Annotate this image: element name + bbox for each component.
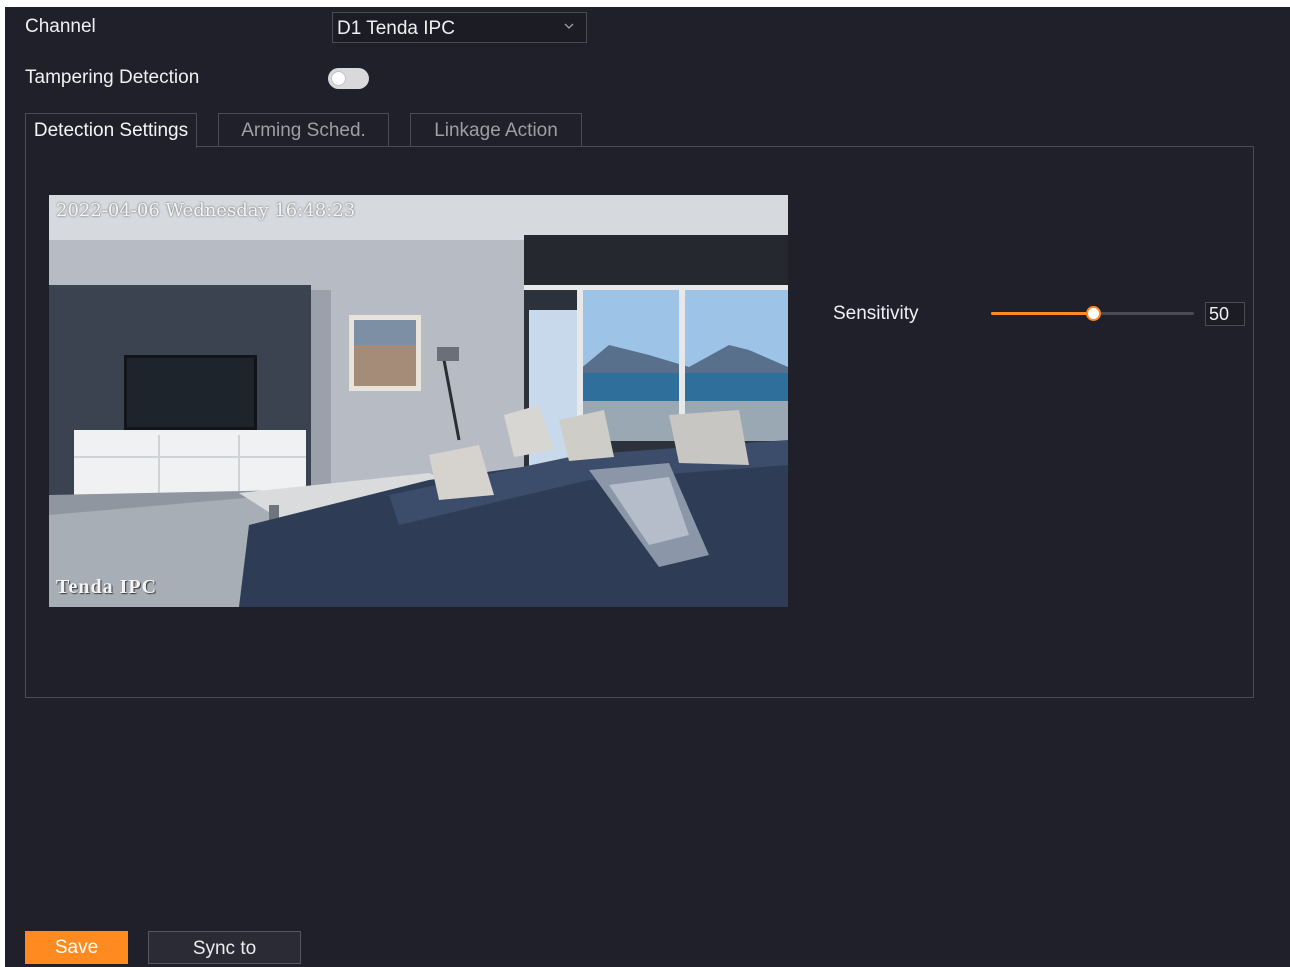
sensitivity-slider[interactable]: [991, 304, 1194, 322]
channel-label: Channel: [25, 16, 96, 37]
slider-fill: [991, 312, 1093, 315]
camera-preview[interactable]: 2022-04-06 Wednesday 16:48:23 Tenda IPC: [49, 195, 788, 607]
chevron-down-icon: [564, 23, 574, 29]
camera-scene-image: [49, 195, 788, 607]
tab-arming-schedule[interactable]: Arming Sched.: [218, 113, 389, 147]
sync-to-button[interactable]: Sync to: [148, 931, 301, 964]
preview-brand-overlay: Tenda IPC: [56, 576, 158, 598]
sensitivity-value-input[interactable]: 50: [1205, 302, 1245, 326]
channel-select[interactable]: D1 Tenda IPC: [332, 12, 587, 43]
channel-select-value: D1 Tenda IPC: [337, 18, 455, 39]
slider-thumb[interactable]: [1085, 306, 1101, 321]
toggle-knob: [331, 71, 346, 86]
tampering-detection-label: Tampering Detection: [25, 67, 200, 88]
tampering-detection-page: Channel D1 Tenda IPC Tampering Detection…: [5, 7, 1290, 967]
save-button[interactable]: Save: [25, 931, 128, 964]
tab-linkage-action[interactable]: Linkage Action: [410, 113, 582, 147]
preview-timestamp: 2022-04-06 Wednesday 16:48:23: [56, 200, 356, 221]
tampering-detection-toggle[interactable]: [328, 68, 369, 89]
sensitivity-label: Sensitivity: [833, 303, 919, 324]
tab-detection-settings[interactable]: Detection Settings: [25, 113, 197, 148]
